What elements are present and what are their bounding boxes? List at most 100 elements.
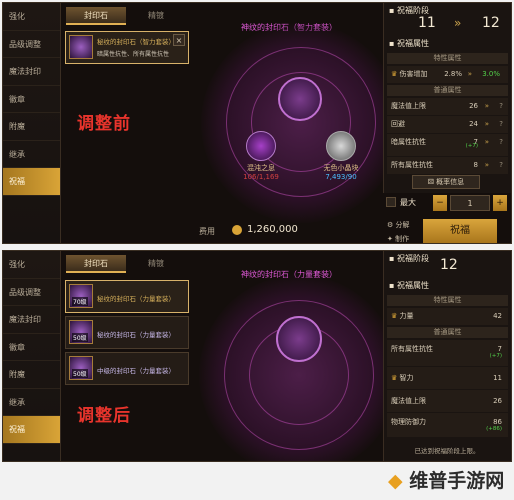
arrow-icon: »: [484, 138, 489, 146]
tab-seal-stone[interactable]: 封印石: [66, 255, 126, 273]
crown-icon: ♛: [391, 374, 398, 382]
attr-label: 所有属性抗性: [391, 345, 433, 353]
sidebar-item-grade[interactable]: 品级调整: [3, 279, 60, 306]
seal-level: 50级: [72, 333, 88, 342]
after-screenshot: 强化 品级调整 魔法封印 徽章 附魔 继承 祝福 封印石 精镀 70级 秘纹的封…: [2, 250, 512, 462]
make-label: 制作: [395, 235, 410, 243]
stage-to: 12: [482, 15, 500, 31]
attr-next: 3.0%: [482, 70, 500, 78]
adjust-after-note: 调整后: [77, 406, 131, 426]
attr-value: 26: [493, 397, 502, 405]
attr-label: 力量: [399, 312, 414, 320]
tab-bar: 封印石 精镀: [66, 7, 186, 25]
cost-label: 费用: [199, 227, 215, 236]
material-count: 7,493/90: [325, 173, 357, 181]
attr-row: 物理防御力 86 (+86): [387, 413, 508, 437]
sidebar-item-enchant[interactable]: 附魔: [3, 361, 60, 389]
remove-seal-button[interactable]: ×: [173, 34, 185, 46]
attr-value: 2.8%: [444, 70, 462, 78]
sidebar-item-inherit[interactable]: 继承: [3, 389, 60, 416]
unknown-icon: ?: [499, 161, 503, 169]
seal-name: 秘纹的封印石（智力套装）: [97, 38, 175, 46]
seal-name: 中级的封印石（力量套装）: [97, 367, 175, 375]
seal-list-item[interactable]: 50级 秘纹的封印石（力量套装）: [65, 316, 189, 349]
max-checkbox[interactable]: [386, 197, 396, 207]
bless-emblem-icon: [276, 316, 322, 362]
special-title: 特性属性: [387, 295, 508, 306]
sidebar-item-emblem[interactable]: 徽章: [3, 86, 60, 113]
attr-title-text: 祝福属性: [396, 281, 429, 290]
max-label: 最大: [400, 198, 416, 207]
sidebar-item-inherit[interactable]: 继承: [3, 141, 60, 168]
probability-info-button[interactable]: ⚄ 概率信息: [412, 175, 480, 189]
seal-list-item[interactable]: 50级 中级的封印石（力量套装）: [65, 352, 189, 385]
material-count: 106/1,169: [243, 173, 279, 181]
qty-decrease-button[interactable]: −: [433, 195, 447, 211]
sidebar-item-magic-seal[interactable]: 魔法封印: [3, 58, 60, 86]
attr-increase: (+86): [486, 426, 502, 432]
qty-increase-button[interactable]: +: [493, 195, 507, 211]
attr-label: 魔法值上限: [391, 397, 426, 405]
bless-info-panel: ▪ 祝福阶段 12 ▪ 祝福属性 特性属性 ♛ 力量 42 普通属性 所有属性抗…: [383, 251, 511, 461]
attr-value: 26: [469, 102, 478, 110]
bless-button[interactable]: 祝福: [423, 219, 497, 243]
watermark-logo-icon: ◆: [388, 470, 403, 492]
qty-field[interactable]: 1: [450, 195, 490, 211]
attr-label: 伤害增加: [399, 70, 428, 78]
unknown-icon: ?: [499, 120, 503, 128]
attr-label: 智力: [399, 374, 414, 382]
normal-title: 普通属性: [387, 85, 508, 96]
sidebar-item-bless[interactable]: 祝福: [3, 416, 60, 444]
attr-row: 魔法值上限 26: [387, 390, 508, 412]
unknown-icon: ?: [499, 102, 503, 110]
attr-label: 物理防御力: [391, 418, 426, 426]
sidebar-item-enhance[interactable]: 强化: [3, 3, 60, 31]
sidebar-item-magic-seal[interactable]: 魔法封印: [3, 306, 60, 334]
bless-emblem-icon: [278, 77, 322, 121]
attr-label: 魔法值上限: [391, 102, 426, 110]
seal-list-item[interactable]: 秘纹的封印石（智力套装） 暗属性抗性、所有属性抗性 ×: [65, 31, 189, 64]
max-stage-message: 已达到祝福阶段上限。: [414, 447, 480, 455]
sidebar-item-emblem[interactable]: 徽章: [3, 334, 60, 361]
attr-increase: (+7): [489, 353, 502, 359]
sidebar-menu: 强化 品级调整 魔法封印 徽章 附魔 继承 祝福: [3, 3, 61, 243]
special-title: 特性属性: [387, 53, 508, 64]
normal-title: 普通属性: [387, 327, 508, 338]
split-button[interactable]: ⚙ 分解: [387, 220, 410, 230]
attr-row: 所有属性抗性 8 »?: [387, 157, 508, 174]
sidebar-item-enhance[interactable]: 强化: [3, 251, 60, 279]
seal-list-item[interactable]: 70级 秘纹的封印石（力量套装）: [65, 280, 189, 313]
special-attr-row: ♛ 力量 42: [387, 308, 508, 325]
material-crystal[interactable]: 无色小晶块 7,493/90: [313, 131, 369, 181]
cost-value: 1,260,000: [247, 224, 298, 235]
attr-label: 暗属性抗性: [391, 138, 426, 146]
arrow-icon: »: [484, 161, 489, 169]
tab-bar: 封印石 精镀: [66, 255, 186, 273]
tab-refine[interactable]: 精镀: [126, 7, 186, 25]
tab-seal-stone[interactable]: 封印石: [66, 7, 126, 25]
attr-label: 回避: [391, 120, 405, 128]
make-button[interactable]: ✦ 制作: [387, 234, 410, 243]
stage-from: 11: [418, 15, 436, 31]
material-chaos[interactable]: 混沌之息 106/1,169: [235, 131, 287, 181]
before-screenshot: 强化 品级调整 魔法封印 徽章 附魔 继承 祝福 封印石 精镀 秘纹的封印石（智…: [2, 2, 512, 244]
sidebar-item-grade[interactable]: 品级调整: [3, 31, 60, 58]
sidebar-item-enchant[interactable]: 附魔: [3, 113, 60, 141]
material-name: 混沌之息: [247, 164, 275, 172]
split-label: 分解: [395, 221, 410, 229]
sidebar-menu: 强化 品级调整 魔法封印 徽章 附魔 继承 祝福: [3, 251, 61, 461]
seal-level: 70级: [72, 297, 88, 306]
stage-title-text: 祝福阶段: [396, 254, 429, 263]
attr-row: ♛ 智力 11: [387, 367, 508, 389]
sidebar-item-bless[interactable]: 祝福: [3, 168, 60, 196]
seal-level: 50级: [72, 369, 88, 378]
attr-title-text: 祝福属性: [396, 39, 429, 48]
seal-stone-icon: 50级: [69, 320, 93, 344]
seal-name: 秘纹的封印石（力量套装）: [97, 295, 175, 303]
gold-coin-icon: [232, 225, 242, 235]
seal-desc: 暗属性抗性、所有属性抗性: [97, 51, 170, 58]
attr-value: 24: [469, 120, 478, 128]
arrow-icon: »: [484, 102, 489, 110]
tab-refine[interactable]: 精镀: [126, 255, 186, 273]
watermark: ◆ 维普手游网: [388, 466, 504, 493]
